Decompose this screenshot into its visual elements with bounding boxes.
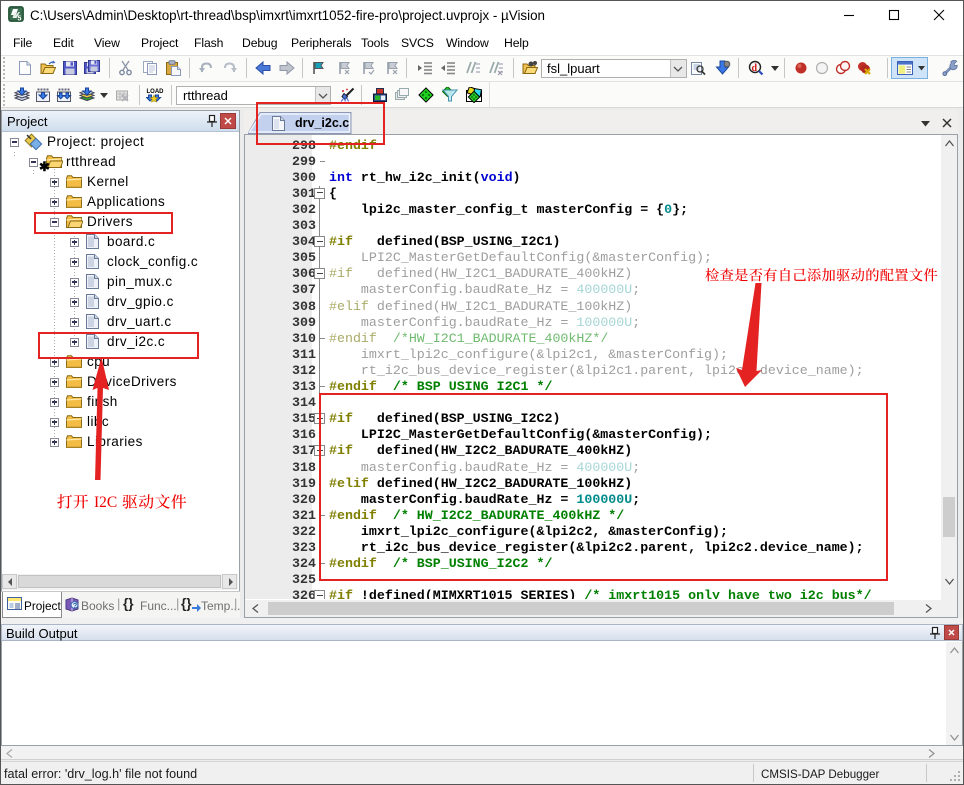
svg-text:?: ? (73, 601, 78, 610)
svg-text:d: d (752, 63, 758, 74)
svg-text:5: 5 (18, 16, 22, 23)
svg-text:LOAD: LOAD (147, 89, 165, 95)
